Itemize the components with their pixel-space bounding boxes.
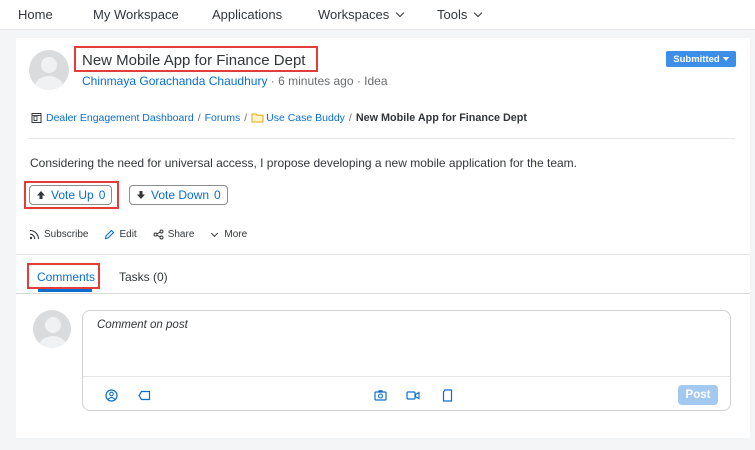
subscribe-button[interactable]: Subscribe — [29, 229, 88, 240]
share-button[interactable]: Share — [153, 229, 195, 240]
comment-toolbar-divider — [83, 376, 730, 377]
post-body: Considering the need for universal acces… — [30, 156, 577, 170]
breadcrumb-separator: / — [348, 112, 352, 124]
status-label: Submitted — [673, 53, 720, 65]
vote-up-button[interactable]: Vote Up 0 — [29, 185, 113, 205]
nav-applications[interactable]: Applications — [212, 7, 282, 22]
post-meta-text: · 6 minutes ago · Idea — [267, 74, 388, 88]
post-meta: Chinmaya Gorachanda Chaudhury · 6 minute… — [82, 74, 388, 88]
edit-label: Edit — [119, 229, 137, 240]
breadcrumb-separator: / — [244, 112, 248, 124]
current-user-avatar — [33, 310, 71, 348]
vote-down-label: Vote Down — [151, 188, 210, 202]
chevron-down-icon — [396, 8, 405, 18]
vote-up-count: 0 — [98, 188, 106, 202]
breadcrumb-current: New Mobile App for Finance Dept — [355, 112, 528, 124]
share-icon — [153, 229, 164, 240]
breadcrumb-folder[interactable]: Use Case Buddy — [266, 112, 345, 124]
attachment-document-icon[interactable] — [440, 388, 454, 402]
more-button[interactable]: More — [210, 229, 247, 240]
tabs-divider — [16, 293, 750, 294]
post-comment-button[interactable]: Post — [678, 385, 718, 405]
nav-workspaces[interactable]: Workspaces — [318, 7, 405, 22]
video-icon[interactable] — [406, 388, 420, 402]
nav-my-workspace[interactable]: My Workspace — [93, 7, 179, 22]
tab-comments[interactable]: Comments — [37, 270, 95, 284]
share-label: Share — [167, 229, 195, 240]
caret-down-icon — [722, 57, 729, 61]
arrow-up-icon — [37, 191, 45, 199]
chevron-down-icon — [211, 229, 219, 237]
breadcrumb-forums[interactable]: Forums — [205, 112, 241, 124]
chevron-down-icon — [474, 8, 483, 18]
post-actions: Subscribe Edit Share More — [29, 229, 263, 240]
mention-user-icon[interactable] — [104, 388, 118, 402]
dashboard-icon — [31, 112, 44, 124]
author-link[interactable]: Chinmaya Gorachanda Chaudhury — [82, 74, 267, 88]
tab-tasks[interactable]: Tasks (0) — [119, 270, 168, 284]
edit-button[interactable]: Edit — [104, 229, 137, 240]
folder-icon — [251, 112, 264, 124]
breadcrumb-separator: / — [197, 112, 201, 124]
breadcrumb: Dealer Engagement Dashboard / Forums / U… — [31, 112, 527, 124]
vote-down-button[interactable]: Vote Down 0 — [129, 185, 228, 205]
comment-placeholder: Comment on post — [97, 319, 188, 331]
rss-icon — [29, 229, 40, 240]
more-label: More — [224, 229, 248, 240]
camera-icon[interactable] — [373, 388, 387, 402]
arrow-down-icon — [137, 191, 145, 199]
status-dropdown-button[interactable]: Submitted — [666, 51, 736, 67]
post-title: New Mobile App for Finance Dept — [82, 52, 306, 69]
tag-icon[interactable] — [137, 388, 151, 402]
nav-home[interactable]: Home — [18, 7, 53, 22]
divider — [29, 138, 735, 139]
pencil-icon — [105, 229, 115, 240]
vote-up-label: Vote Up — [51, 188, 94, 202]
top-nav: Home My Workspace Applications Workspace… — [0, 0, 755, 30]
breadcrumb-dashboard[interactable]: Dealer Engagement Dashboard — [46, 112, 194, 124]
subscribe-label: Subscribe — [44, 229, 89, 240]
author-avatar[interactable] — [29, 50, 69, 90]
nav-tools[interactable]: Tools — [437, 7, 483, 22]
tab-active-indicator — [38, 289, 92, 292]
vote-down-count: 0 — [214, 188, 221, 202]
